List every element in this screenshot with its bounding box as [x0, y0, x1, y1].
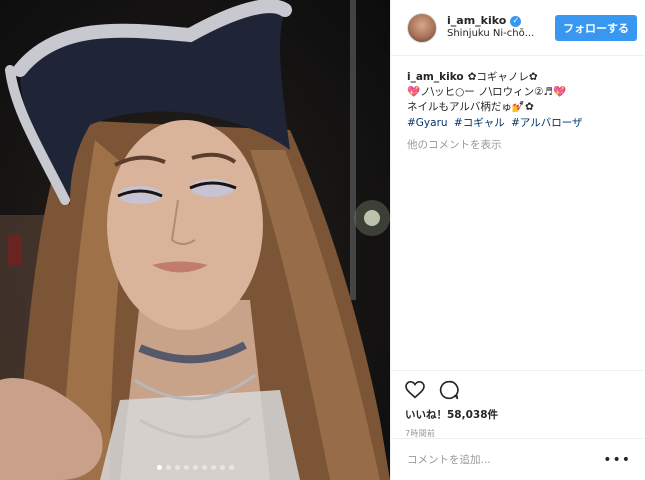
location-link[interactable]: Shinjuku Ni-chō...	[447, 28, 555, 41]
action-icons	[405, 377, 631, 403]
username-link[interactable]: i_am_kiko	[447, 14, 506, 28]
avatar[interactable]	[407, 12, 437, 43]
hashtag-link[interactable]: #アルバローザ	[511, 117, 582, 129]
caption: i_am_kiko ✿コギャノレ✿ 💖ノ\ッヒ○ー ノ\ロウィン②♬💖 ネイルもア…	[391, 56, 645, 131]
carousel-indicator	[0, 465, 390, 470]
comment-input[interactable]	[407, 453, 604, 466]
follow-button[interactable]: フォローする	[555, 14, 637, 41]
hashtag-link[interactable]: #コギャル	[454, 117, 505, 129]
username-row: i_am_kiko ✓	[447, 14, 555, 28]
hashtags: #Gyaru #コギャル #アルバローザ	[407, 116, 629, 131]
more-dots-icon[interactable]: •••	[603, 452, 631, 468]
caption-line-1: i_am_kiko ✿コギャノレ✿	[407, 70, 629, 85]
caption-line-2: 💖ノ\ッヒ○ー ノ\ロウィン②♬💖	[407, 86, 567, 99]
comment-box: •••	[391, 438, 645, 480]
carousel-dot	[219, 465, 225, 470]
carousel-dot	[201, 465, 207, 470]
heart-icon[interactable]	[405, 381, 425, 399]
carousel-dot	[210, 465, 216, 470]
caption-text-1: ✿コギャノレ✿	[467, 71, 538, 83]
hashtag-link[interactable]: #Gyaru	[407, 117, 448, 129]
carousel-dot	[183, 465, 189, 470]
carousel-dot	[174, 465, 180, 470]
post-header: i_am_kiko ✓ Shinjuku Ni-chō... フォローする	[391, 0, 645, 56]
selfie-photo	[0, 0, 390, 480]
view-more-comments-link[interactable]: 他のコメントを表示	[391, 131, 645, 158]
carousel-dot	[156, 465, 162, 470]
carousel-dot	[192, 465, 198, 470]
post-media[interactable]	[0, 0, 390, 480]
verified-check-icon: ✓	[510, 15, 522, 27]
header-text: i_am_kiko ✓ Shinjuku Ni-chō...	[447, 14, 555, 40]
comment-icon[interactable]	[439, 380, 459, 400]
carousel-dot	[165, 465, 171, 470]
post-actions: いいね！58,038件 7時間前	[391, 370, 645, 439]
post-panel: i_am_kiko ✓ Shinjuku Ni-chō... フォローする i_…	[390, 0, 645, 480]
likes-count[interactable]: いいね！58,038件	[405, 407, 631, 422]
caption-line-3: ネイルもアルバ柄だゅ💅✿	[407, 101, 534, 114]
caption-username[interactable]: i_am_kiko	[407, 71, 464, 83]
carousel-dot	[228, 465, 234, 470]
